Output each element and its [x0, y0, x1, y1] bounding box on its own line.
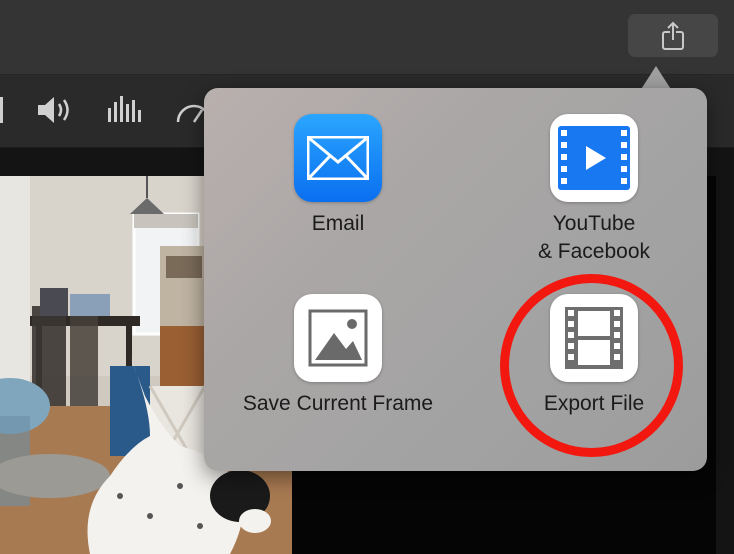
share-option-label: Export File: [543, 392, 645, 415]
share-option-youtube-facebook[interactable]: YouTube & Facebook: [479, 114, 709, 266]
volume-icon[interactable]: [36, 92, 76, 128]
imovie-window: Email YouTube & Facebook Save Current Fr…: [0, 0, 734, 554]
youtube-facebook-video-icon: [550, 114, 638, 202]
share-option-email[interactable]: Email: [223, 114, 453, 238]
share-option-export-file[interactable]: Export File: [479, 294, 709, 418]
share-option-label: Email: [311, 212, 365, 235]
image-frame-icon: [294, 294, 382, 382]
share-option-save-current-frame[interactable]: Save Current Frame: [223, 294, 453, 418]
share-icon: [662, 21, 684, 50]
email-envelope-icon: [294, 114, 382, 202]
share-button[interactable]: [628, 14, 718, 57]
share-option-label: YouTube & Facebook: [537, 212, 651, 263]
audio-equalizer-icon[interactable]: [104, 92, 144, 128]
top-toolbar: [0, 0, 734, 75]
share-option-label: Save Current Frame: [242, 392, 434, 415]
film-strip-icon: [550, 294, 638, 382]
share-popover: Email YouTube & Facebook Save Current Fr…: [204, 88, 707, 471]
toolbar-edge-mark: [0, 97, 3, 123]
